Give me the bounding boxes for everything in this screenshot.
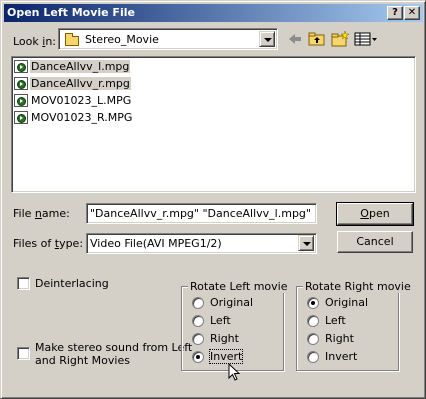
stereo-sound-checkbox[interactable] [17,347,30,360]
open-left-movie-dialog: Open Left Movie File ? ✕ Look in: Stereo… [0,0,426,399]
back-arrow-icon[interactable] [285,29,305,49]
cancel-button[interactable]: Cancel [337,231,413,253]
look-in-dropdown-arrow[interactable] [259,31,275,47]
movie-file-icon [14,60,28,73]
new-folder-icon[interactable] [330,29,350,49]
dialog-title: Open Left Movie File [7,6,135,19]
help-icon: ? [392,7,398,18]
stereo-sound-label-line2: and Right Movies [35,354,130,367]
close-button[interactable]: ✕ [404,6,420,20]
file-type-dropdown-arrow[interactable] [298,235,314,251]
rotate-left-title: Rotate Left movie [188,280,290,293]
up-folder-icon[interactable] [307,29,327,49]
file-list[interactable]: DanceAllvv_l.mpg DanceAllvv_r.mpg MOV010… [11,56,416,193]
stereo-sound-label-line1: Make stereo sound from Left [35,341,193,354]
rotate-right-group: Rotate Right movie Original Left Right I… [296,280,413,371]
file-type-select[interactable]: Video File(AVI MPEG1/2) [86,233,317,254]
look-in-value: Stereo_Movie [85,33,159,46]
folder-icon [65,33,79,46]
open-button[interactable]: Open [336,202,414,226]
look-in-label: Look in: [13,35,57,48]
look-in-combo[interactable]: Stereo_Movie [58,28,278,50]
file-type-label: Files of type: [13,237,84,250]
deinterlacing-checkbox[interactable] [17,277,30,290]
rotate-right-title: Rotate Right movie [303,280,413,293]
help-button[interactable]: ? [387,6,403,20]
movie-file-icon [14,111,28,124]
mouse-cursor-icon [228,363,241,381]
movie-file-icon [14,77,28,90]
file-name-input[interactable]: "DanceAllvv_r.mpg" "DanceAllvv_l.mpg" [86,203,317,224]
close-icon: ✕ [407,7,417,18]
rotate-left-group: Rotate Left movie Original Left Right In… [181,280,290,371]
deinterlacing-label: Deinterlacing [35,277,109,290]
title-bar[interactable]: Open Left Movie File ? ✕ [4,4,423,22]
file-name-label: File name: [13,207,70,220]
view-menu-icon[interactable] [353,29,379,49]
movie-file-icon [14,94,28,107]
